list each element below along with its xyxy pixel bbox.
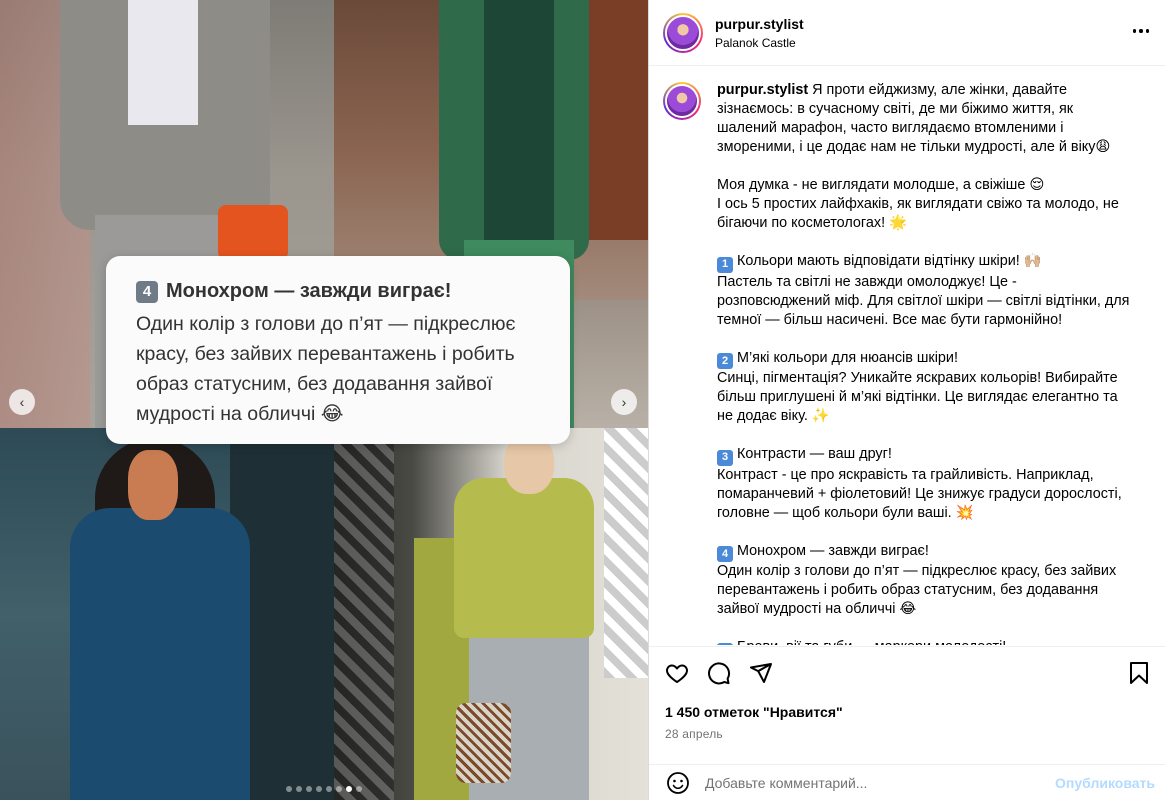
tip-card-title: 4 Монохром — завжди виграє! — [136, 280, 542, 303]
post-header: purpur.stylist Palanok Castle — [649, 0, 1165, 66]
likes-count[interactable]: 1 450 отметок "Нравится" — [665, 704, 843, 720]
tip-caption-card: 4 Монохром — завжди виграє! Один колір з… — [106, 256, 570, 444]
share-icon[interactable] — [747, 659, 775, 687]
tip-body: Контраст - це про яскравість та грайливі… — [717, 466, 1122, 521]
tip-body: Один колір з голови до п’ят — підкреслює… — [717, 563, 1117, 617]
header-text: purpur.stylist Palanok Castle — [715, 16, 804, 50]
comment-icon[interactable] — [705, 659, 733, 687]
smile-icon[interactable] — [665, 770, 691, 796]
tip-title-text: Брови, вії та губи — маркери молодості! — [737, 639, 1006, 645]
photo-chartreuse-outfit — [334, 428, 648, 800]
tip-card-body: Один колір з голови до п’ят — підкреслює… — [136, 309, 542, 429]
tip-title-text: Монохром — завжди виграє! — [737, 542, 929, 559]
carousel-next-button[interactable]: › — [611, 389, 637, 415]
carousel-dot — [306, 786, 312, 792]
chevron-left-icon: ‹ — [19, 394, 25, 410]
photo-blue-outfit — [0, 428, 334, 800]
comments-scroll-area[interactable]: purpur.stylist Я проти ейджизму, але жін… — [649, 67, 1165, 645]
post-sidebar: purpur.stylist Palanok Castle purpur.sty… — [648, 0, 1165, 800]
caption-text: purpur.stylist Я проти ейджизму, але жін… — [717, 81, 1131, 645]
post-location[interactable]: Palanok Castle — [715, 36, 804, 50]
avatar[interactable] — [663, 12, 703, 53]
post-media-carousel[interactable]: 4 Монохром — завжди виграє! Один колір з… — [0, 0, 648, 800]
carousel-dot — [346, 786, 352, 792]
caption-comment: purpur.stylist Я проти ейджизму, але жін… — [663, 81, 1145, 645]
laughing-emoji-icon: 😂 — [320, 403, 344, 425]
comment-bar: Опубликовать — [649, 764, 1165, 800]
keycap-number-icon: 1 — [717, 256, 733, 273]
carousel-prev-button[interactable]: ‹ — [9, 389, 35, 415]
keycap-number-icon: 3 — [717, 449, 733, 466]
carousel-dot — [296, 786, 302, 792]
post-actions: 1 450 отметок "Нравится" 28 апрель Опубл… — [649, 646, 1165, 800]
keycap-number-icon: 2 — [717, 353, 733, 369]
caption-avatar[interactable] — [663, 82, 701, 120]
tip-title-text: Контрасти — ваш друг! — [737, 446, 892, 462]
tip-title-text: М’які кольори для нюансів шкіри! — [737, 349, 958, 366]
author-username[interactable]: purpur.stylist — [715, 16, 804, 32]
comment-input[interactable] — [705, 775, 1035, 791]
keycap-number-icon: 5 — [717, 642, 733, 645]
carousel-dot — [326, 786, 332, 792]
tip-title: 2 М’які кольори для нюансів шкіри! — [717, 349, 1131, 369]
carousel-dot — [286, 786, 292, 792]
caption-paragraph: І ось 5 простих лайфхаків, як виглядати … — [717, 196, 1119, 231]
bookmark-icon[interactable] — [1125, 659, 1153, 687]
tip-body: Синці, пігментація? Уникайте яскравих ко… — [717, 370, 1118, 424]
tip-body: Пастель та світлі не завжди омолоджує! Ц… — [717, 273, 1130, 328]
tip-title: 3 Контрасти — ваш друг! — [717, 445, 1131, 466]
keycap-number-icon: 4 — [136, 280, 158, 303]
chevron-right-icon: › — [621, 394, 627, 410]
heart-icon[interactable] — [663, 659, 691, 687]
carousel-dot — [316, 786, 322, 792]
caption-username[interactable]: purpur.stylist — [717, 82, 808, 98]
tip-card-title-text: Монохром — завжди виграє! — [166, 280, 452, 302]
tips-list: 1 Кольори мають відповідати відтінку шкір… — [717, 233, 1131, 645]
publish-button[interactable]: Опубликовать — [1055, 775, 1155, 791]
caption-paragraph: Моя думка - не виглядати молодше, а свіж… — [717, 177, 1045, 193]
tip-title: 4 Монохром — завжди виграє! — [717, 542, 1131, 562]
action-icons — [663, 659, 775, 687]
tip-title: 1 Кольори мають відповідати відтінку шкір… — [717, 252, 1131, 273]
carousel-dots — [0, 786, 648, 792]
instagram-post-dialog: 4 Монохром — завжди виграє! Один колір з… — [0, 0, 1165, 800]
carousel-dot — [356, 786, 362, 792]
keycap-number-icon: 4 — [717, 546, 733, 562]
tip-title: 5 Брови, вії та губи — маркери молодості! — [717, 638, 1131, 645]
post-date[interactable]: 28 апрель — [665, 727, 723, 741]
carousel-dot — [336, 786, 342, 792]
more-options-button[interactable] — [1131, 21, 1151, 41]
tip-title-text: Кольори мають відповідати відтінку шкіри… — [737, 253, 1042, 269]
